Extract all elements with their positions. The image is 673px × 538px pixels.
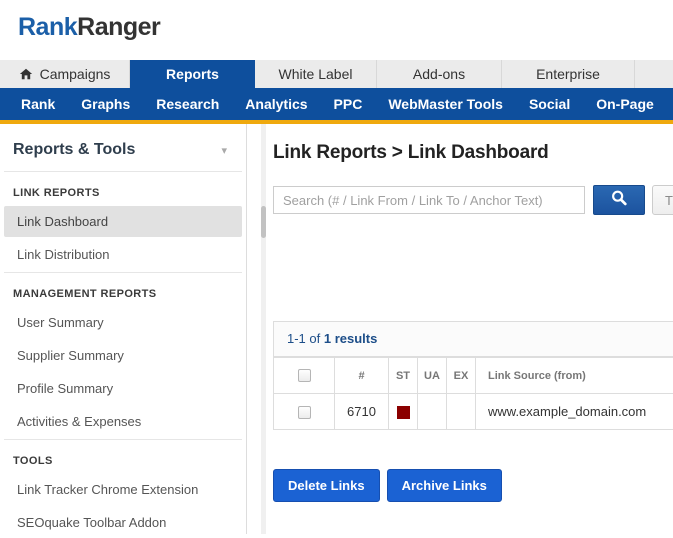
nav-item-graphs[interactable]: Graphs [68, 88, 143, 120]
sidebar-item-supplier-summary[interactable]: Supplier Summary [4, 340, 242, 371]
sidebar-item-activities-expenses[interactable]: Activities & Expenses [4, 406, 242, 437]
tab-campaigns[interactable]: Campaigns [0, 60, 130, 88]
section-header-management-reports: MANAGEMENT REPORTS [0, 273, 246, 307]
nav-item-social[interactable]: Social [516, 88, 583, 120]
select-all-checkbox[interactable] [298, 369, 311, 382]
sidebar-title: Reports & Tools [13, 141, 221, 159]
scrollbar-track[interactable] [261, 124, 266, 534]
chevron-down-icon[interactable]: ▾ [221, 144, 232, 157]
tab-label: Enterprise [536, 66, 600, 82]
table-header-row: # ST UA EX Link Source (from) [274, 358, 673, 394]
bulk-actions: Delete Links Archive Links [273, 469, 502, 502]
sidebar-item-link-dashboard[interactable]: Link Dashboard [4, 206, 242, 237]
table-row: 6710 www.example_domain.com [274, 394, 673, 430]
row-ua-cell [418, 394, 447, 430]
row-id-cell: 6710 [335, 394, 389, 430]
header-link-source: Link Source (from) [476, 358, 673, 394]
logo-primary: Rank [18, 13, 77, 41]
tab-bar-filler [635, 60, 673, 88]
page-title: Link Reports > Link Dashboard [273, 142, 549, 164]
header-ua: UA [418, 358, 447, 394]
tab-enterprise[interactable]: Enterprise [502, 60, 635, 88]
sidebar-item-seoquake-addon[interactable]: SEOquake Toolbar Addon [4, 507, 242, 538]
results-count: 1 results [324, 331, 377, 346]
row-st-cell [389, 394, 418, 430]
main-content: Link Reports > Link Dashboard T 1-1 of 1… [273, 124, 673, 534]
reports-nav-bar: Rank Graphs Research Analytics PPC WebMa… [0, 88, 673, 120]
nav-item-ppc[interactable]: PPC [321, 88, 376, 120]
header-st: ST [389, 358, 418, 394]
tab-label: White Label [279, 66, 353, 82]
results-range: 1-1 of [287, 331, 320, 346]
header-ex: EX [447, 358, 476, 394]
sidebar-header: Reports & Tools ▾ [0, 124, 246, 171]
header-id: # [335, 358, 389, 394]
home-icon [19, 67, 33, 81]
row-link-source-cell: www.example_domain.com [476, 394, 673, 430]
status-square [397, 406, 410, 419]
tab-white-label[interactable]: White Label [255, 60, 377, 88]
top-tab-bar: Campaigns Reports White Label Add-ons En… [0, 60, 673, 88]
nav-item-analytics[interactable]: Analytics [232, 88, 320, 120]
sidebar-item-link-distribution[interactable]: Link Distribution [4, 239, 242, 270]
archive-links-button[interactable]: Archive Links [387, 469, 502, 502]
sidebar-item-link-tracker-extension[interactable]: Link Tracker Chrome Extension [4, 474, 242, 505]
scrollbar-thumb[interactable] [261, 206, 266, 238]
search-row: T [273, 185, 673, 215]
section-header-tools: TOOLS [0, 440, 246, 474]
delete-links-button[interactable]: Delete Links [273, 469, 380, 502]
tab-label: Campaigns [40, 66, 111, 82]
sidebar-item-user-summary[interactable]: User Summary [4, 307, 242, 338]
tab-reports[interactable]: Reports [130, 60, 255, 88]
links-table: # ST UA EX Link Source (from) 6710 www.e… [273, 357, 673, 430]
partial-right-button[interactable]: T [652, 185, 673, 215]
tab-add-ons[interactable]: Add-ons [377, 60, 502, 88]
logo-secondary: Ranger [77, 13, 160, 41]
section-header-link-reports: LINK REPORTS [0, 172, 246, 206]
nav-item-research[interactable]: Research [143, 88, 232, 120]
row-select-cell [274, 394, 335, 430]
tab-label: Add-ons [413, 66, 465, 82]
tab-label: Reports [166, 66, 219, 82]
row-ex-cell [447, 394, 476, 430]
sidebar: Reports & Tools ▾ LINK REPORTS Link Dash… [0, 124, 247, 534]
header-select-all [274, 358, 335, 394]
nav-item-webmaster-tools[interactable]: WebMaster Tools [375, 88, 516, 120]
search-button[interactable] [593, 185, 645, 215]
row-checkbox[interactable] [298, 406, 311, 419]
results-summary: 1-1 of 1 results [273, 321, 673, 357]
nav-item-on-page[interactable]: On-Page [583, 88, 667, 120]
nav-item-rank[interactable]: Rank [8, 88, 68, 120]
sidebar-item-profile-summary[interactable]: Profile Summary [4, 373, 242, 404]
search-input[interactable] [273, 186, 585, 214]
search-icon [610, 189, 628, 212]
app-logo: RankRanger [18, 13, 160, 42]
